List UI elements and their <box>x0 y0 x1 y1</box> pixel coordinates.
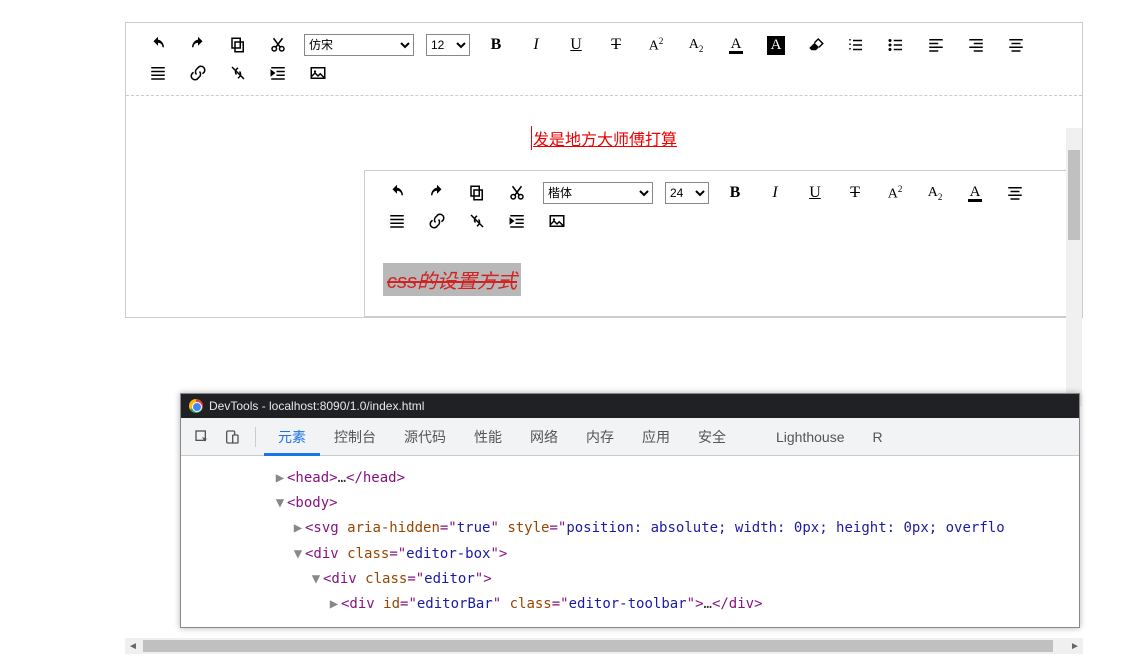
font-color-button[interactable]: A <box>955 179 995 207</box>
undo-button[interactable] <box>377 179 417 207</box>
dom-line: ▶<head>…</head> <box>193 466 1067 491</box>
font-select[interactable]: 仿宋 <box>304 34 414 56</box>
size-select[interactable]: 24 <box>665 182 709 204</box>
align-right-button[interactable] <box>956 31 996 59</box>
underline-button[interactable]: U <box>795 179 835 207</box>
tab-elements[interactable]: 元素 <box>264 418 320 456</box>
tab-performance[interactable]: 性能 <box>460 418 516 456</box>
tab-overflow[interactable]: R <box>859 420 897 454</box>
outer-content[interactable]: 发是地方大师傅打算 <box>126 96 1082 160</box>
dom-line: ▼<div class="editor-box"> <box>193 542 1067 567</box>
align-center-button[interactable] <box>995 179 1035 207</box>
dom-line: ▶<svg aria-hidden="true" style="position… <box>193 516 1067 541</box>
devtools-window: DevTools - localhost:8090/1.0/index.html… <box>180 393 1080 628</box>
align-justify-button[interactable] <box>377 207 417 235</box>
underline-button[interactable]: U <box>556 31 596 59</box>
devtools-title-text: DevTools - localhost:8090/1.0/index.html <box>209 399 424 413</box>
strike-button[interactable]: T <box>596 31 636 59</box>
inner-editor: 楷体 24 B I U T A2 A2 A css的设置方式 <box>364 170 1074 317</box>
copy-button[interactable] <box>218 31 258 59</box>
redo-button[interactable] <box>178 31 218 59</box>
eraser-button[interactable] <box>796 31 836 59</box>
vertical-scrollbar[interactable] <box>1066 128 1082 406</box>
bg-color-button[interactable]: A <box>756 31 796 59</box>
ordered-list-button[interactable] <box>836 31 876 59</box>
inner-selected-text: css的设置方式 <box>383 263 521 296</box>
superscript-button[interactable]: A2 <box>636 31 676 59</box>
image-button[interactable] <box>537 207 577 235</box>
bold-button[interactable]: B <box>715 179 755 207</box>
tab-security[interactable]: 安全 <box>684 418 740 456</box>
strike-button[interactable]: T <box>835 179 875 207</box>
cut-button[interactable] <box>497 179 537 207</box>
inner-content[interactable]: css的设置方式 <box>365 243 1073 316</box>
tab-sources[interactable]: 源代码 <box>390 418 460 456</box>
indent-button[interactable] <box>258 59 298 87</box>
chrome-icon <box>189 399 203 413</box>
devtools-tabs: 元素 控制台 源代码 性能 网络 内存 应用 安全 Lighthouse R <box>181 418 1079 456</box>
copy-button[interactable] <box>457 179 497 207</box>
align-center-button[interactable] <box>996 31 1036 59</box>
outer-text: 发是地方大师傅打算 <box>531 126 677 150</box>
link-button[interactable] <box>417 207 457 235</box>
separator <box>255 427 256 447</box>
superscript-button[interactable]: A2 <box>875 179 915 207</box>
scrollbar-thumb[interactable] <box>1068 150 1080 240</box>
redo-button[interactable] <box>417 179 457 207</box>
inner-toolbar: 楷体 24 B I U T A2 A2 A <box>365 171 1073 243</box>
outer-toolbar: 仿宋 12 B I U T A2 A2 A A <box>126 23 1082 96</box>
unlink-button[interactable] <box>457 207 497 235</box>
image-button[interactable] <box>298 59 338 87</box>
scroll-left-icon[interactable]: ◄ <box>125 638 141 654</box>
dom-line: ▼<div class="editor"> <box>193 567 1067 592</box>
subscript-button[interactable]: A2 <box>676 31 716 59</box>
link-button[interactable] <box>178 59 218 87</box>
undo-button[interactable] <box>138 31 178 59</box>
devtools-titlebar[interactable]: DevTools - localhost:8090/1.0/index.html <box>181 394 1079 418</box>
font-select[interactable]: 楷体 <box>543 182 653 204</box>
bold-button[interactable]: B <box>476 31 516 59</box>
italic-button[interactable]: I <box>516 31 556 59</box>
dom-line: ▶<div id="editorBar" class="editor-toolb… <box>193 592 1067 617</box>
align-justify-button[interactable] <box>138 59 178 87</box>
scrollbar-thumb[interactable] <box>143 640 1053 652</box>
unordered-list-button[interactable] <box>876 31 916 59</box>
subscript-button[interactable]: A2 <box>915 179 955 207</box>
align-left-button[interactable] <box>916 31 956 59</box>
tab-console[interactable]: 控制台 <box>320 418 390 456</box>
tab-memory[interactable]: 内存 <box>572 418 628 456</box>
horizontal-scrollbar[interactable]: ◄ ► <box>125 638 1083 654</box>
tab-application[interactable]: 应用 <box>628 418 684 456</box>
tab-lighthouse[interactable]: Lighthouse <box>762 420 859 454</box>
devtools-elements-panel[interactable]: ▶<head>…</head> ▼<body> ▶<svg aria-hidde… <box>181 456 1079 627</box>
device-icon[interactable] <box>217 422 247 452</box>
italic-button[interactable]: I <box>755 179 795 207</box>
dom-line: ▼<body> <box>193 491 1067 516</box>
inspect-icon[interactable] <box>187 422 217 452</box>
indent-button[interactable] <box>497 207 537 235</box>
size-select[interactable]: 12 <box>426 34 470 56</box>
font-color-button[interactable]: A <box>716 31 756 59</box>
unlink-button[interactable] <box>218 59 258 87</box>
scroll-right-icon[interactable]: ► <box>1067 638 1083 654</box>
tab-network[interactable]: 网络 <box>516 418 572 456</box>
outer-editor: 仿宋 12 B I U T A2 A2 A A 发是地方大师傅打算 楷体 2 <box>125 22 1083 318</box>
cut-button[interactable] <box>258 31 298 59</box>
